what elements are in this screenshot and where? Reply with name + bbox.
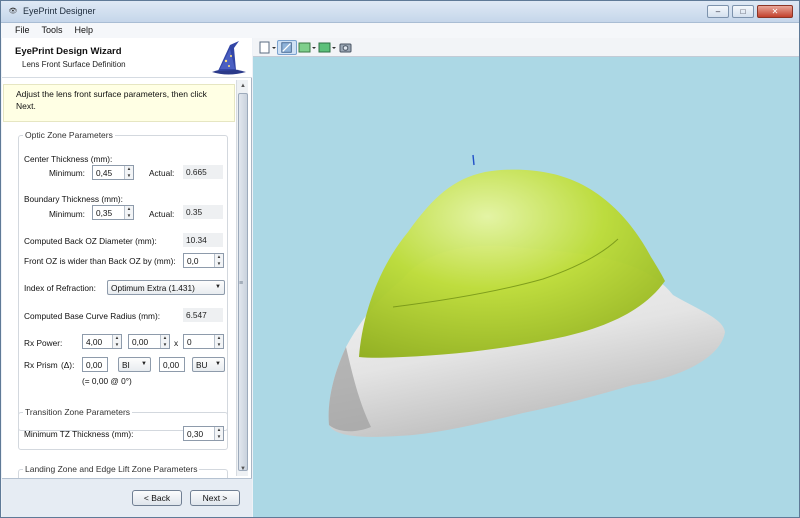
instructions-box: Adjust the lens front surface parameters… xyxy=(3,84,235,122)
min-tz-thickness-value: 0,30 xyxy=(187,429,204,439)
rx-power-sphere-value: 4,00 xyxy=(86,337,103,347)
min-tz-thickness-label: Minimum TZ Thickness (mm): xyxy=(24,429,134,439)
menu-tools[interactable]: Tools xyxy=(42,23,63,38)
rx-prism-1-direction-select[interactable]: BI ▼ xyxy=(118,357,151,372)
boundary-minimum-spinner[interactable]: 0,35 ▲ ▼ xyxy=(92,205,134,220)
rx-power-sphere-spinner[interactable]: 4,00 ▲ ▼ xyxy=(82,334,122,349)
display-mode-icon[interactable] xyxy=(317,40,337,55)
rx-power-axis-spinner[interactable]: 0 ▲ ▼ xyxy=(183,334,224,349)
optic-zone-title: Optic Zone Parameters xyxy=(23,130,115,140)
shaded-view-icon[interactable] xyxy=(277,40,297,55)
wizard-title: EyePrint Design Wizard xyxy=(15,46,122,57)
front-oz-value: 0,0 xyxy=(187,256,199,266)
boundary-thickness-label: Boundary Thickness (mm): xyxy=(24,194,123,204)
minimize-button[interactable]: – xyxy=(707,5,729,18)
axis-indicator xyxy=(472,154,475,166)
grip-icon: ≡ xyxy=(239,280,244,287)
next-button[interactable]: Next > xyxy=(190,490,240,506)
close-button[interactable]: ✕ xyxy=(757,5,793,18)
refraction-index-value: Optimum Extra (1.431) xyxy=(111,283,195,293)
transition-zone-title: Transition Zone Parameters xyxy=(23,407,133,417)
rx-prism-1-spinner[interactable]: 0,00 xyxy=(82,357,108,372)
app-eye-icon: 👁 xyxy=(8,8,18,15)
computed-back-oz-label: Computed Back OZ Diameter (mm): xyxy=(24,236,157,246)
back-button[interactable]: < Back xyxy=(132,490,182,506)
view-toolbar xyxy=(253,38,799,57)
rx-power-label: Rx Power: xyxy=(24,338,63,348)
rx-prism-2-direction-select[interactable]: BU ▼ xyxy=(192,357,225,372)
wizard-scrollbar[interactable]: ▲ ≡ ▼ xyxy=(236,80,248,476)
rx-prism-2-spinner[interactable]: 0,00 xyxy=(159,357,185,372)
rx-prism-1-value: 0,00 xyxy=(86,360,103,370)
menu-file[interactable]: File xyxy=(15,23,30,38)
maximize-button[interactable]: □ xyxy=(732,5,754,18)
rx-power-axis-x: x xyxy=(174,338,179,348)
base-curve-value: 6.547 xyxy=(183,308,223,322)
lens-3d-model[interactable] xyxy=(253,57,799,517)
wizard-header: EyePrint Design Wizard Lens Front Surfac… xyxy=(2,38,252,78)
rx-prism-1-direction: BI xyxy=(122,360,130,370)
spinner-arrows-icon[interactable]: ▲ ▼ xyxy=(214,254,223,267)
center-actual-value: 0.665 xyxy=(183,165,223,179)
wizard-panel: EyePrint Design Wizard Lens Front Surfac… xyxy=(2,38,252,517)
spinner-arrows-icon[interactable]: ▲ ▼ xyxy=(160,335,169,348)
new-view-icon[interactable] xyxy=(257,40,277,55)
lens-3d-viewport[interactable] xyxy=(253,57,799,517)
boundary-actual-label: Actual: xyxy=(149,209,175,219)
wizard-footer: < Back Next > xyxy=(2,478,252,517)
spinner-arrows-icon[interactable]: ▲ ▼ xyxy=(124,206,133,219)
scroll-up-icon[interactable]: ▲ xyxy=(238,81,248,91)
refraction-index-label: Index of Refraction: xyxy=(24,283,96,293)
spinner-arrows-icon[interactable]: ▲ ▼ xyxy=(124,166,133,179)
chevron-down-icon: ▼ xyxy=(141,361,147,367)
rx-power-axis-value: 0 xyxy=(187,337,192,347)
landing-zone-title: Landing Zone and Edge Lift Zone Paramete… xyxy=(23,464,200,474)
menu-help[interactable]: Help xyxy=(75,23,94,38)
rx-power-cylinder-value: 0,00 xyxy=(132,337,149,347)
boundary-minimum-label: Minimum: xyxy=(49,209,85,219)
center-thickness-label: Center Thickness (mm): xyxy=(24,154,113,164)
boundary-actual-value: 0.35 xyxy=(183,205,223,219)
base-curve-label: Computed Base Curve Radius (mm): xyxy=(24,311,161,321)
scroll-down-icon[interactable]: ▼ xyxy=(238,464,248,474)
rx-prism-delta: (Δ): xyxy=(61,360,75,370)
spinner-arrows-icon[interactable]: ▲ ▼ xyxy=(112,335,121,348)
menu-bar: File Tools Help xyxy=(1,23,799,38)
rx-prism-label: Rx Prism xyxy=(24,360,58,370)
surface-color-icon[interactable] xyxy=(297,40,317,55)
computed-back-oz-value: 10.34 xyxy=(183,233,223,247)
boundary-minimum-value: 0,35 xyxy=(96,208,113,218)
center-minimum-label: Minimum: xyxy=(49,168,85,178)
center-actual-label: Actual: xyxy=(149,168,175,178)
wizard-subtitle: Lens Front Surface Definition xyxy=(22,60,126,69)
app-window: 👁 EyePrint Designer – □ ✕ File Tools Hel… xyxy=(0,0,800,518)
rx-prism-result: (= 0,00 @ 0°) xyxy=(82,376,132,386)
spinner-arrows-icon[interactable]: ▲ ▼ xyxy=(214,335,223,348)
rx-prism-2-direction: BU xyxy=(196,360,208,370)
center-minimum-spinner[interactable]: 0,45 ▲ ▼ xyxy=(92,165,134,180)
rx-prism-2-value: 0,00 xyxy=(163,360,180,370)
rx-power-cylinder-spinner[interactable]: 0,00 ▲ ▼ xyxy=(128,334,170,349)
spinner-arrows-icon[interactable]: ▲ ▼ xyxy=(214,427,223,440)
chevron-down-icon: ▼ xyxy=(215,361,221,367)
center-minimum-value: 0,45 xyxy=(96,168,113,178)
min-tz-thickness-spinner[interactable]: 0,30 ▲ ▼ xyxy=(183,426,224,441)
camera-icon[interactable] xyxy=(336,40,356,55)
chevron-down-icon: ▼ xyxy=(215,284,221,290)
title-bar: 👁 EyePrint Designer – □ ✕ xyxy=(1,1,799,23)
front-oz-spinner[interactable]: 0,0 ▲ ▼ xyxy=(183,253,224,268)
front-oz-wider-label: Front OZ is wider than Back OZ by (mm): xyxy=(24,256,176,266)
refraction-index-select[interactable]: Optimum Extra (1.431) ▼ xyxy=(107,280,225,295)
window-title: EyePrint Designer xyxy=(23,6,96,16)
wizard-hat-icon xyxy=(212,41,246,75)
